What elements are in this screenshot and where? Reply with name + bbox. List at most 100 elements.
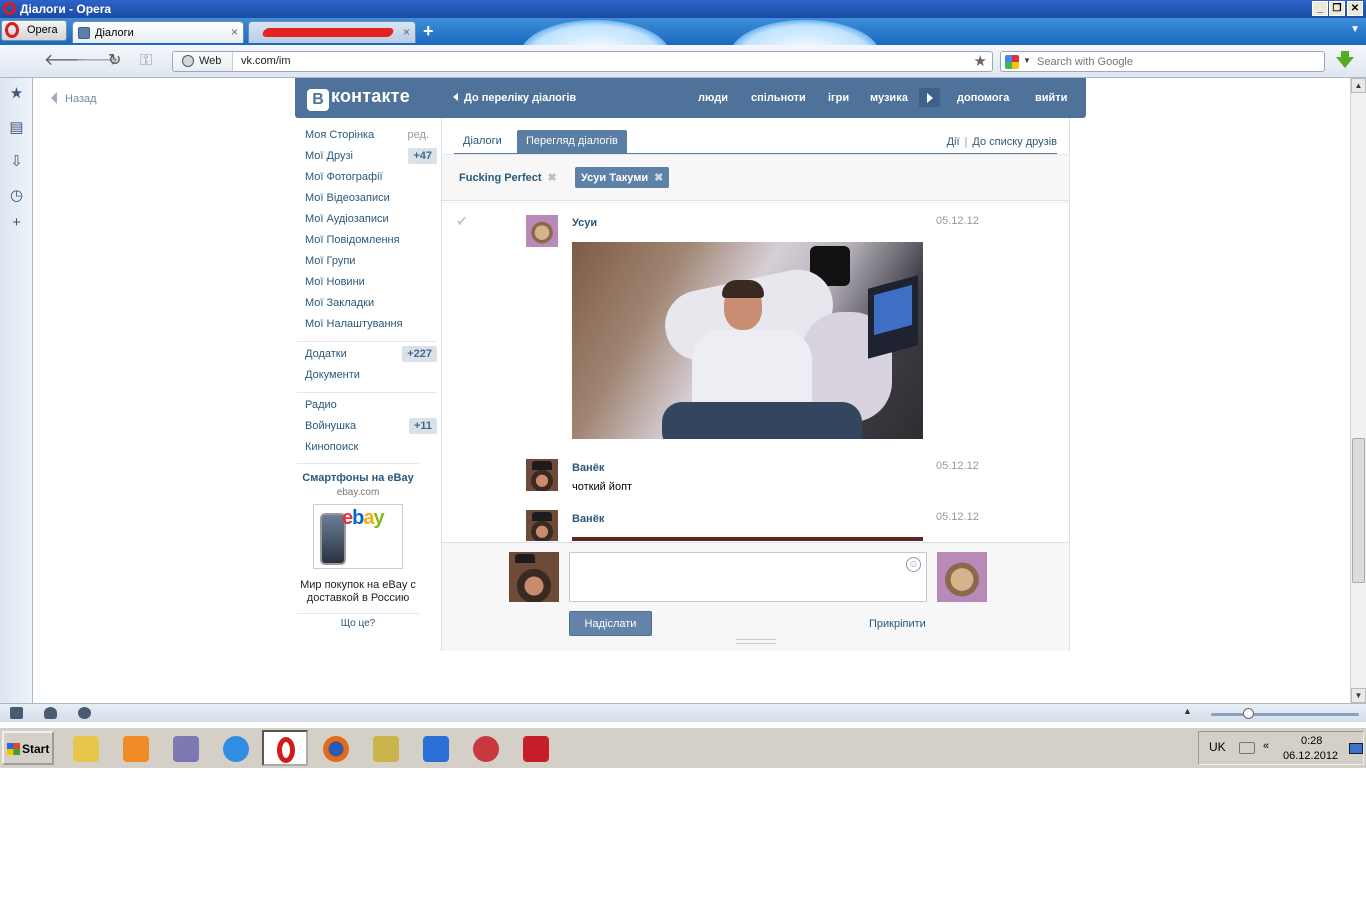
menu-my-audio[interactable]: Мої Аудіозаписи (297, 212, 437, 233)
nav-communities[interactable]: спільноти (751, 92, 806, 104)
ad-help-link[interactable]: Що це? (297, 613, 419, 629)
close-window-button[interactable]: ✕ (1347, 1, 1363, 16)
zoom-slider-knob[interactable] (1243, 708, 1254, 719)
minimize-button[interactable]: _ (1312, 1, 1328, 16)
nav-logout[interactable]: вийти (1035, 92, 1067, 104)
menu-apps[interactable]: Додатки +227 (297, 346, 437, 368)
reload-button[interactable]: ↻ (108, 52, 121, 70)
tab-menu-chevron-icon[interactable]: ▼ (1350, 24, 1360, 35)
actions-link[interactable]: Дії (947, 136, 960, 148)
restore-button[interactable]: ❐ (1329, 1, 1345, 16)
remove-peer-icon[interactable]: ✖ (654, 172, 663, 184)
opera-icon[interactable] (262, 730, 308, 766)
page-scrollbar[interactable]: ▲ ▼ (1350, 78, 1366, 703)
opera-menu-button[interactable]: Opera (1, 20, 67, 41)
bookmark-star-icon[interactable]: ★ (974, 52, 987, 70)
message-author[interactable]: Ванёк (572, 462, 604, 474)
back-link[interactable]: Назад (51, 92, 97, 105)
menu-documents[interactable]: Документи (297, 368, 437, 389)
firefox-icon[interactable] (312, 730, 358, 766)
edit-link[interactable]: ред. (408, 129, 429, 141)
menu-my-settings[interactable]: Мої Налаштування (297, 317, 437, 338)
avatar[interactable] (526, 459, 558, 491)
hxd-icon[interactable] (362, 730, 408, 766)
message-history[interactable]: ✔ Усуи 05.12.12 Ванёк 05.12.12 чоткий йо… (442, 202, 1069, 541)
add-panel-icon[interactable]: + (8, 214, 25, 231)
peer-avatar[interactable] (937, 552, 987, 602)
search-box[interactable]: ▼ (1000, 51, 1325, 72)
notes-icon[interactable]: ▤ (8, 119, 25, 136)
close-tab-icon[interactable]: × (231, 25, 238, 39)
clock-date[interactable]: 06.12.2012 (1283, 750, 1338, 762)
cloud-icon[interactable] (44, 707, 57, 719)
checkmark-icon[interactable]: ✔ (456, 213, 468, 230)
url-text[interactable]: vk.com/im (241, 55, 291, 67)
menu-my-page[interactable]: Моя Сторінка ред. (297, 128, 437, 149)
vk-logo[interactable]: Вконтакте (307, 86, 410, 111)
media-player-icon[interactable] (112, 730, 158, 766)
nav-games[interactable]: ігри (828, 92, 849, 104)
peer-chip[interactable]: Fucking Perfect ✖ (453, 167, 563, 188)
nav-help[interactable]: допомога (957, 92, 1009, 104)
network-icon[interactable] (1349, 743, 1363, 754)
message-photo[interactable] (572, 242, 923, 439)
menu-my-photos[interactable]: Мої Фотографії (297, 170, 437, 191)
peer-chip-selected[interactable]: Усуи Такуми ✖ (575, 167, 670, 188)
avatar[interactable] (526, 510, 558, 541)
search-engine-dropdown-icon[interactable]: ▼ (1023, 56, 1031, 65)
menu-voinushka[interactable]: Войнушка +11 (297, 418, 437, 440)
menu-radio[interactable]: Радио (297, 398, 437, 419)
tray-expand-icon[interactable]: « (1263, 740, 1269, 752)
wand-key-icon[interactable]: ⚿ (140, 52, 152, 70)
panel-toggle-icon[interactable] (10, 707, 23, 719)
menu-my-news[interactable]: Мої Новини (297, 275, 437, 296)
message-author[interactable]: Усуи (572, 217, 597, 229)
menu-my-bookmarks[interactable]: Мої Закладки (297, 296, 437, 317)
tab-dialogs-list[interactable]: Діалоги (454, 130, 511, 153)
menu-my-messages[interactable]: Мої Повідомлення (297, 233, 437, 254)
history-icon[interactable]: ◷ (8, 187, 25, 204)
menu-my-friends[interactable]: Мої Друзі +47 (297, 148, 437, 170)
nav-music[interactable]: музика (870, 92, 908, 104)
message-input[interactable] (569, 552, 927, 602)
to-friends-link[interactable]: До списку друзів (972, 136, 1057, 148)
tab-dialogs[interactable]: Діалоги × (72, 21, 244, 43)
avatar[interactable] (526, 215, 558, 247)
scroll-up-icon[interactable]: ▲ (1351, 78, 1366, 93)
smile-icon[interactable]: ☺ (906, 557, 921, 572)
menu-my-groups[interactable]: Мої Групи (297, 254, 437, 275)
message-photo[interactable] (572, 537, 923, 541)
view-toggle-icon[interactable]: ▲ (1183, 706, 1192, 716)
ad-image[interactable]: ebay (313, 504, 403, 569)
remove-peer-icon[interactable]: ✖ (548, 172, 557, 184)
search-input[interactable] (1037, 54, 1317, 69)
send-button[interactable]: Надіслати (569, 611, 652, 636)
scroll-down-icon[interactable]: ▼ (1351, 688, 1366, 703)
back-to-dialogs-link[interactable]: До переліку діалогів (453, 92, 576, 104)
speed-dial-icon[interactable] (78, 707, 91, 719)
download-icon[interactable] (1336, 51, 1354, 71)
internet-explorer-icon[interactable] (212, 730, 258, 766)
start-button[interactable]: Start (2, 731, 54, 765)
my-avatar[interactable] (509, 552, 559, 602)
ad-block[interactable]: Смартфоны на eBay ebay.com ebay Мир поку… (297, 463, 419, 629)
disc-icon[interactable] (462, 730, 508, 766)
resize-grip[interactable] (736, 639, 776, 644)
new-tab-button[interactable]: + (423, 22, 434, 40)
attach-link[interactable]: Прикріпити (869, 618, 926, 630)
clock-time[interactable]: 0:28 (1301, 735, 1322, 747)
downloads-icon[interactable]: ⇩ (8, 153, 25, 170)
address-bar[interactable]: Web vk.com/im ★ (172, 51, 993, 72)
nav-people[interactable]: люди (698, 92, 728, 104)
tab-redacted[interactable]: × (248, 21, 416, 43)
music-play-icon[interactable] (919, 88, 940, 107)
language-indicator[interactable]: UK (1209, 740, 1226, 754)
floppy-icon[interactable] (162, 730, 208, 766)
google-icon[interactable] (1005, 55, 1019, 69)
keyboard-icon[interactable] (1239, 742, 1255, 754)
tab-view-dialogs[interactable]: Перегляд діалогів (517, 130, 627, 153)
message-author[interactable]: Ванёк (572, 513, 604, 525)
scroll-thumb[interactable] (1352, 438, 1365, 583)
bookmarks-icon[interactable]: ★ (8, 85, 25, 102)
ad-title[interactable]: Смартфоны на eBay (297, 472, 419, 485)
